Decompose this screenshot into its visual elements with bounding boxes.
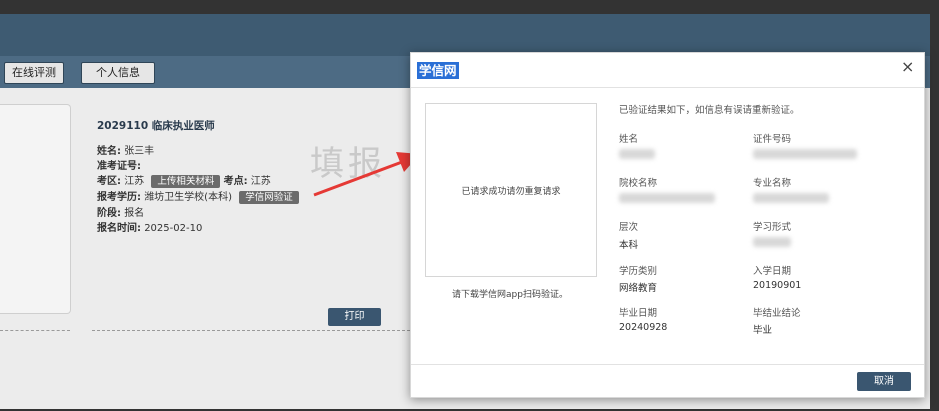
photo-panel (0, 104, 71, 314)
qr-code-box: 已请求成功请勿重复请求 (425, 103, 597, 277)
region-value: 江苏 (124, 176, 145, 187)
close-icon[interactable]: × (901, 57, 914, 76)
field-value-level: 本科 (619, 240, 639, 251)
chsi-modal: 学信网 × 已请求成功请勿重复请求 请下载学信网app扫码验证。 已验证结果如下… (410, 52, 925, 398)
field-value-type: 网络教育 (619, 283, 658, 294)
blurred-value (753, 193, 829, 203)
site-value: 江苏 (250, 176, 271, 187)
site-label: 考点: (223, 176, 248, 187)
divider (0, 330, 70, 331)
upload-materials-button[interactable]: 上传相关材料 (151, 175, 221, 188)
time-label: 报名时间: (97, 223, 141, 234)
field-label-level: 层次 (619, 222, 639, 233)
field-label-major: 专业名称 (753, 178, 792, 189)
region-label: 考区: (97, 176, 121, 187)
name-label: 姓名: (97, 146, 121, 157)
exam-title: 2029110 临床执业医师 (97, 120, 215, 132)
blurred-value (753, 237, 791, 247)
top-header (0, 14, 930, 56)
print-button[interactable]: 打印 (328, 308, 381, 326)
nav-online-eval-button[interactable]: 在线评测 (4, 62, 64, 84)
cancel-button[interactable]: 取消 (857, 372, 911, 391)
field-label-enroll: 入学日期 (753, 266, 792, 277)
ticket-label: 准考证号: (97, 161, 141, 172)
nav-personal-info-button[interactable]: 个人信息 (81, 62, 155, 84)
field-label-type: 学历类别 (619, 266, 658, 277)
verified-message: 已验证结果如下，如信息有误请重新验证。 (619, 105, 800, 116)
stage-label: 阶段: (97, 208, 121, 219)
divider (411, 87, 924, 88)
edu-label: 报考学历: (97, 192, 141, 203)
qr-note: 请下载学信网app扫码验证。 (452, 290, 568, 300)
field-value-grad: 20240928 (619, 322, 668, 333)
field-label-mode: 学习形式 (753, 222, 792, 233)
screen-frame: 在线评测 个人信息 2029110 临床执业医师 姓名: 张三丰 准考证号: 考… (0, 0, 939, 411)
time-value: 2025-02-10 (144, 223, 203, 234)
name-row: 姓名: 张三丰 (97, 142, 154, 157)
divider (411, 364, 924, 365)
blurred-value (753, 149, 857, 159)
blurred-value (619, 193, 715, 203)
field-label-conclusion: 毕结业结论 (753, 308, 801, 319)
field-label-id: 证件号码 (753, 134, 792, 145)
ticket-row: 准考证号: (97, 157, 141, 172)
edu-value: 潍坊卫生学校(本科) (144, 192, 232, 203)
region-row: 考区: 江苏 上传相关材料 考点: 江苏 (97, 172, 271, 188)
qr-status-text: 已请求成功请勿重复请求 (461, 187, 561, 197)
chsi-verify-button[interactable]: 学信网验证 (239, 191, 299, 204)
field-label-grad: 毕业日期 (619, 308, 658, 319)
stage-value: 报名 (124, 208, 145, 219)
edu-row: 报考学历: 潍坊卫生学校(本科) 学信网验证 (97, 188, 299, 204)
field-label-name: 姓名 (619, 134, 639, 145)
stage-row: 阶段: 报名 (97, 204, 144, 219)
name-value: 张三丰 (124, 146, 155, 157)
modal-title: 学信网 (417, 62, 459, 79)
field-label-school: 院校名称 (619, 178, 658, 189)
field-value-enroll: 20190901 (753, 280, 802, 291)
divider (92, 330, 410, 331)
blurred-value (619, 149, 655, 159)
field-value-conclusion: 毕业 (753, 325, 773, 336)
time-row: 报名时间: 2025-02-10 (97, 219, 202, 234)
